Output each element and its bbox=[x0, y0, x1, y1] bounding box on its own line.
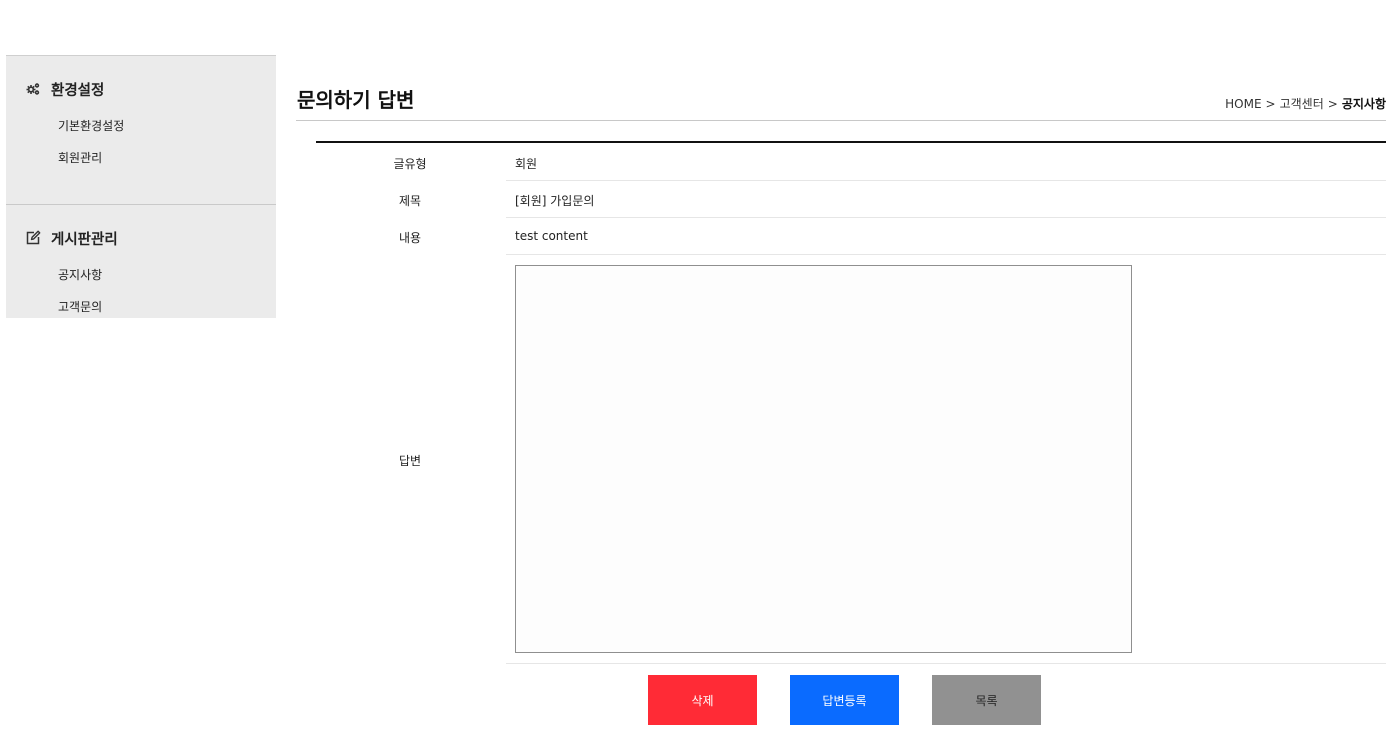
subject-label: 제목 bbox=[398, 194, 422, 208]
title-divider bbox=[296, 120, 1386, 121]
type-label: 글유형 bbox=[393, 157, 427, 171]
content-label: 내용 bbox=[398, 231, 422, 245]
list-button[interactable]: 목록 bbox=[932, 675, 1041, 725]
sidebar: 환경설정 기본환경설정 회원관리 게시판관리 공지사항 고객문의 bbox=[6, 55, 276, 318]
breadcrumb-home[interactable]: HOME bbox=[1225, 97, 1261, 111]
sidebar-group-label: 게시판관리 bbox=[51, 231, 118, 248]
sidebar-item-basic-settings[interactable]: 기본환경설정 bbox=[6, 110, 276, 142]
row-content: 내용 test content bbox=[316, 218, 1386, 255]
gears-icon bbox=[25, 81, 41, 97]
sidebar-item-customer-inquiry[interactable]: 고객문의 bbox=[6, 291, 276, 323]
sidebar-group-label: 환경설정 bbox=[51, 82, 105, 99]
breadcrumb: HOME > 고객센터 > 공지사항 bbox=[1225, 95, 1386, 112]
answer-textarea[interactable] bbox=[515, 265, 1132, 653]
row-type: 글유형 회원 bbox=[316, 143, 1386, 181]
row-divider bbox=[506, 663, 1386, 664]
sidebar-group-board: 게시판관리 공지사항 고객문의 bbox=[6, 204, 276, 336]
sidebar-item-notice[interactable]: 공지사항 bbox=[6, 259, 276, 291]
type-value: 회원 bbox=[515, 157, 538, 171]
sidebar-group-settings: 환경설정 기본환경설정 회원관리 bbox=[6, 74, 276, 204]
subject-value: [회원] 가입문의 bbox=[515, 194, 595, 208]
sidebar-group-title-board[interactable]: 게시판관리 bbox=[6, 223, 276, 253]
sidebar-group-title-settings[interactable]: 환경설정 bbox=[6, 74, 276, 104]
content-value: test content bbox=[515, 229, 588, 243]
sidebar-item-member-management[interactable]: 회원관리 bbox=[6, 142, 276, 174]
row-subject: 제목 [회원] 가입문의 bbox=[316, 181, 1386, 218]
register-answer-button[interactable]: 답변등록 bbox=[790, 675, 899, 725]
edit-icon bbox=[25, 230, 41, 246]
breadcrumb-separator: > bbox=[1265, 97, 1276, 111]
page-title: 문의하기 답변 bbox=[297, 88, 415, 112]
delete-button[interactable]: 삭제 bbox=[648, 675, 757, 725]
breadcrumb-separator: > bbox=[1327, 97, 1338, 111]
breadcrumb-section[interactable]: 고객센터 bbox=[1280, 97, 1324, 111]
breadcrumb-current: 공지사항 bbox=[1341, 97, 1386, 111]
answer-label: 답변 bbox=[398, 454, 422, 468]
